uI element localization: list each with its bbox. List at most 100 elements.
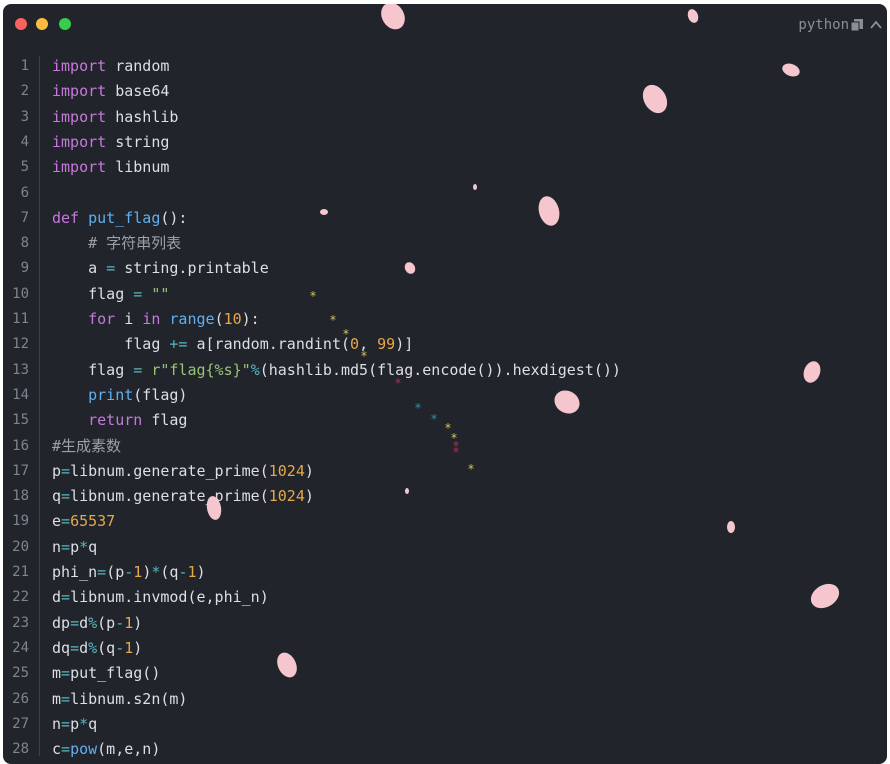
- code-token: flag: [52, 335, 170, 354]
- code-token: p: [52, 461, 62, 480]
- code-token: ): [142, 563, 152, 581]
- code-token: ): [133, 613, 143, 632]
- code-token: string: [106, 132, 170, 151]
- code-token: ,: [359, 335, 378, 354]
- code-token: %: [250, 360, 260, 379]
- code-text: import libnum: [52, 155, 169, 180]
- code-token: ): [304, 461, 314, 480]
- line-number: 4: [20, 133, 29, 150]
- code-token: base64: [106, 82, 170, 101]
- line-number: 22: [12, 589, 29, 606]
- line-number: 9: [20, 260, 29, 277]
- line-number: 11: [12, 311, 29, 327]
- code-token: libnum.generate_prime(: [70, 487, 269, 506]
- code-token: put_flag: [88, 208, 161, 227]
- code-text: p=libnum.generate_prime(1024): [52, 459, 314, 484]
- code-token: 10: [223, 310, 242, 328]
- code-token: print: [88, 385, 134, 404]
- line-number: 19: [12, 513, 29, 530]
- chevron-up-icon[interactable]: [869, 18, 883, 32]
- code-token: q: [88, 537, 98, 556]
- line-number: 23: [12, 614, 29, 631]
- code-token: 1: [124, 638, 134, 657]
- line-number: 14: [12, 386, 29, 403]
- code-text: #生成素数: [52, 434, 121, 459]
- code-text: n=p*q: [52, 712, 97, 737]
- code-token: dp: [52, 613, 71, 632]
- code-token: hashlib: [106, 107, 179, 126]
- line-number: 18: [12, 488, 29, 505]
- code-token: (q: [160, 563, 179, 581]
- code-token: 1: [133, 563, 143, 581]
- code-token: +=: [169, 335, 188, 354]
- code-token: =: [70, 613, 80, 632]
- maximize-dot-icon[interactable]: [59, 18, 71, 30]
- code-token: (m,e,n): [97, 740, 161, 759]
- minimize-dot-icon[interactable]: [36, 18, 48, 30]
- code-token: n: [52, 714, 62, 733]
- code-text: for i in range(10):: [52, 307, 260, 332]
- code-token: flag: [142, 411, 188, 430]
- copy-icon[interactable]: [850, 18, 864, 32]
- line-number: 7: [20, 209, 29, 226]
- code-token: =: [61, 537, 71, 556]
- code-token: a[random.randint(: [187, 335, 351, 354]
- code-token: import: [52, 57, 107, 75]
- code-token: q: [88, 714, 98, 733]
- code-token: 65537: [70, 512, 116, 531]
- code-token: 1: [187, 563, 197, 581]
- code-text: return flag: [52, 408, 187, 433]
- code-token: flag: [52, 284, 134, 303]
- code-text: flag = "": [52, 282, 169, 307]
- code-token: 1024: [268, 461, 305, 480]
- code-token: %: [88, 638, 98, 657]
- code-text: # 字符串列表: [52, 231, 181, 256]
- code-token: 99: [377, 335, 396, 354]
- code-token: ():: [160, 208, 188, 227]
- line-number: 16: [12, 437, 29, 454]
- code-token: (flag): [133, 385, 188, 404]
- code-text: dp=d%(p-1): [52, 611, 142, 636]
- code-token: =: [61, 740, 71, 759]
- code-token: #生成素数: [52, 436, 122, 455]
- code-text: n=p*q: [52, 535, 97, 560]
- code-token: =: [61, 689, 71, 708]
- code-token: d: [79, 613, 89, 632]
- line-number: 28: [12, 741, 29, 758]
- code-text: m=libnum.s2n(m): [52, 687, 187, 712]
- code-token: =: [61, 714, 71, 733]
- line-number: 5: [20, 159, 29, 176]
- code-token: 0: [350, 335, 360, 354]
- line-number: 8: [20, 235, 29, 252]
- code-token: n: [52, 537, 62, 556]
- code-token: =: [61, 588, 71, 607]
- code-text: print(flag): [52, 383, 187, 408]
- line-number: 27: [12, 715, 29, 732]
- code-token: flag: [52, 360, 134, 379]
- code-token: for: [88, 310, 116, 328]
- code-text: def put_flag():: [52, 206, 187, 231]
- code-token: (p: [106, 563, 125, 581]
- line-number: 2: [20, 83, 29, 100]
- code-token: e: [52, 512, 62, 531]
- code-token: in: [142, 310, 161, 328]
- code-text: d=libnum.invmod(e,phi_n): [52, 585, 269, 610]
- line-number: 15: [12, 412, 29, 429]
- code-token: pow: [70, 740, 98, 759]
- code-text: e=65537: [52, 509, 115, 534]
- code-token: ): [304, 487, 314, 506]
- code-token: =: [61, 487, 71, 506]
- code-token: -: [115, 638, 125, 657]
- code-token: dq: [52, 638, 71, 657]
- code-token: =: [70, 638, 80, 657]
- code-token: *: [79, 537, 89, 556]
- close-dot-icon[interactable]: [15, 18, 27, 30]
- code-token: phi_n: [52, 563, 98, 581]
- code-token: import: [52, 107, 107, 126]
- code-token: import: [52, 132, 107, 151]
- code-token: c: [52, 740, 62, 759]
- code-token: p: [70, 714, 80, 733]
